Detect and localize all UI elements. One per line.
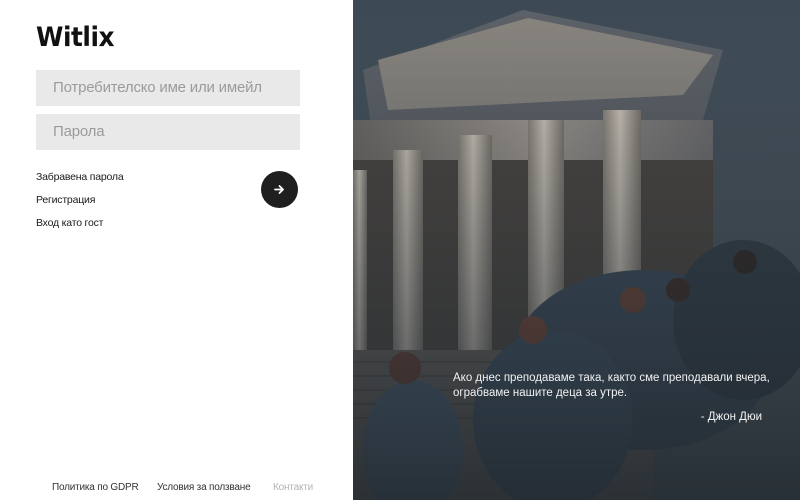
password-placeholder: Парола <box>53 123 105 140</box>
terms-of-use-link[interactable]: Условия за ползване <box>157 482 251 493</box>
gdpr-policy-link[interactable]: Политика по GDPR <box>52 482 139 493</box>
forgot-password-link[interactable]: Забравена парола <box>36 171 124 183</box>
contacts-link[interactable]: Контакти <box>273 482 313 493</box>
username-placeholder: Потребителско име или имейл <box>53 79 262 96</box>
hero-quote-author: - Джон Дюи <box>700 411 762 423</box>
guest-login-link[interactable]: Вход като гост <box>36 217 123 229</box>
hero-image-panel: Ако днес преподаваме така, както сме пре… <box>353 0 800 500</box>
login-panel: Witlix Потребителско име или имейл Парол… <box>0 0 353 500</box>
password-field[interactable]: Парола <box>36 114 300 150</box>
register-link[interactable]: Регистрация <box>36 194 123 206</box>
arrow-right-icon <box>274 185 284 194</box>
login-submit-button[interactable] <box>261 171 298 208</box>
classical-building-painting <box>353 0 800 500</box>
hero-quote: Ако днес преподаваме така, както сме пре… <box>453 372 770 399</box>
auth-links: Забравена парола Регистрация Вход като г… <box>36 171 124 240</box>
brand-logo: Witlix <box>36 22 115 53</box>
username-field[interactable]: Потребителско име или имейл <box>36 70 300 106</box>
